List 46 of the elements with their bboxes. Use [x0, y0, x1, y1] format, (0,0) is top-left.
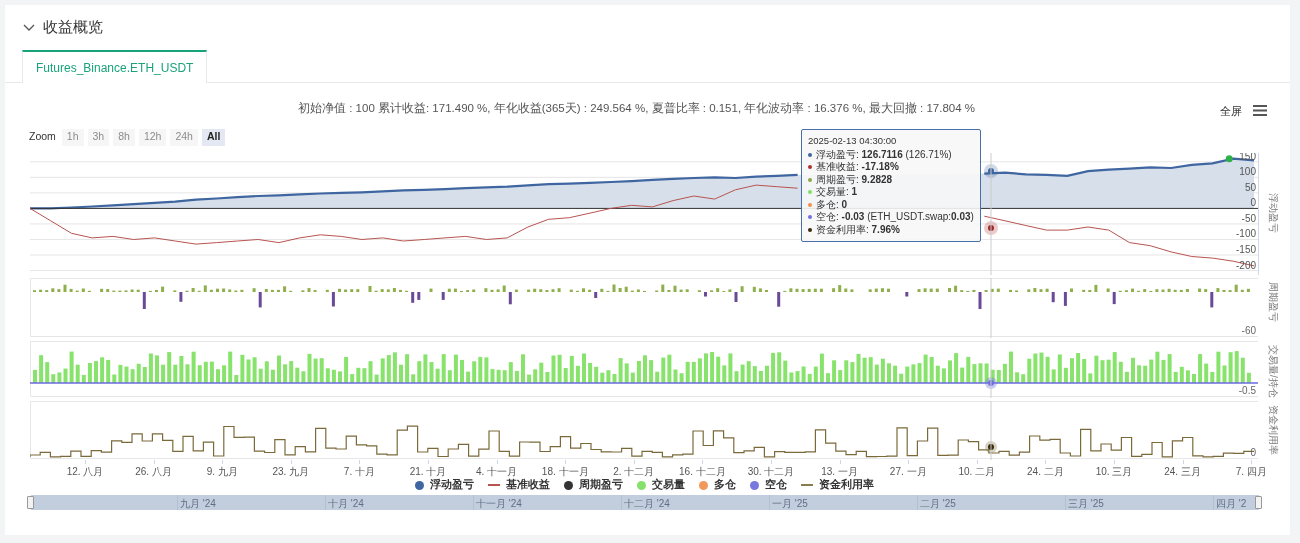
navigator-label: 四月 '2 — [1216, 497, 1247, 511]
axis-tick-label: 7. 十月 — [343, 465, 375, 479]
axis-tick-label: 2. 十二月 — [613, 465, 655, 478]
tooltip-row: 交易量: 1 — [816, 186, 858, 199]
axis-tick-label: 0 — [1250, 197, 1256, 209]
tooltip-row: 浮动盈亏: 126.7116 (126.71%) — [816, 148, 952, 161]
tooltip-row: 基准收益: -17.18% — [816, 161, 899, 174]
navigator-label: 九月 '24 — [180, 497, 216, 511]
tooltip-row: 资金利用率: 7.96% — [816, 223, 900, 236]
axis-tick-label: -60 — [1241, 325, 1256, 336]
axis-title: 浮动盈亏 — [1268, 193, 1279, 233]
axis-tick-label: 16. 十二月 — [679, 465, 726, 479]
axis-tick-label: 4. 十一月 — [476, 465, 518, 478]
axis-title: 交易量/持仓 — [1268, 345, 1279, 398]
axis-tick-label: 50 — [1244, 181, 1256, 193]
axis-tick-label: 30. 十二月 — [747, 465, 795, 479]
axis-tick-label: 24. 二月 — [1027, 465, 1064, 479]
tooltip-time: 2025-02-13 04:30:00 — [808, 135, 898, 148]
axis-tick-label: 10. 三月 — [1095, 465, 1133, 479]
axis-tick-label: 13. 一月 — [821, 465, 858, 478]
axis-tick-label: 26. 八月 — [135, 465, 172, 479]
axis-tick-label: -150 — [1236, 244, 1256, 255]
tooltip-row: 多仓: 0 — [816, 198, 848, 211]
navigator-label: 十月 '24 — [328, 497, 364, 511]
axis-tick-label: 18. 十一月 — [541, 465, 589, 479]
axis-tick-label: 9. 九月 — [206, 465, 238, 479]
axis-tick-label: -0.5 — [1238, 385, 1256, 396]
axis-title: 资金利用率 — [1268, 405, 1279, 455]
axis-tick-label: 12. 八月 — [66, 465, 104, 479]
zoom-label: Zoom — [29, 129, 56, 145]
navigator-label: 三月 '25 — [1068, 497, 1104, 511]
axis-tick-label: -100 — [1236, 228, 1256, 240]
axis-tick-label: 0 — [1250, 447, 1256, 458]
section-title: 收益概览 — [43, 17, 103, 38]
stats-summary: 初始净值 : 100 累计收益: 171.490 %, 年化收益(365天) : 249.564 %, 夏普比率 : 0.151, 年化波动率 : 16.376 %, 最大回撤 : 17.804 % — [298, 101, 976, 116]
axis-tick-label: 24. 三月 — [1164, 465, 1201, 479]
axis-tick-label: 21. 十月 — [409, 465, 447, 478]
axis-title: 周期盈亏 — [1268, 282, 1279, 322]
axis-tick-label: 23. 九月 — [272, 465, 310, 479]
axis-tick-label: 27. 一月 — [889, 465, 927, 479]
axis-tick-label: 100 — [1239, 166, 1256, 178]
tooltip-row: 周期盈亏: 9.2828 — [816, 173, 893, 186]
axis-tick-label: 10. 二月 — [958, 465, 996, 479]
axis-tick-label: 7. 四月 — [1235, 465, 1267, 479]
axis-tick-label: -50 — [1241, 212, 1256, 224]
tooltip-row: 空仓: -0.03 (ETH_USDT.swap:0.03) — [816, 211, 974, 224]
